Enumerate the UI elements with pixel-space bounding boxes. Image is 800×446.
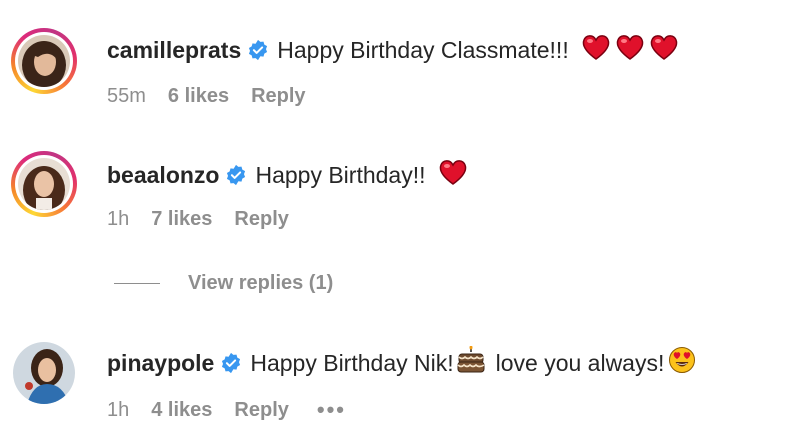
avatar [18, 158, 70, 210]
comment-line: pinaypole Happy Birthday Nik! love you a… [107, 345, 696, 380]
comment-line: camilleprats Happy Birthday Classmate!!! [107, 33, 679, 67]
red-heart-icon [615, 33, 645, 67]
comment-username[interactable]: beaalonzo [107, 162, 219, 189]
red-heart-icon [649, 33, 679, 67]
view-replies-button[interactable]: View replies (1) [114, 272, 333, 295]
likes-count[interactable]: 6 likes [168, 85, 229, 108]
comment-text: Happy Birthday!! [255, 161, 426, 188]
birthday-cake-icon [456, 345, 486, 380]
view-replies-label: View replies (1) [188, 272, 334, 294]
comment-text: Happy Birthday Classmate!!! [277, 36, 569, 63]
comment-timestamp: 55m [107, 85, 146, 107]
divider [114, 283, 160, 284]
avatar[interactable] [13, 342, 75, 404]
likes-count[interactable]: 7 likes [151, 208, 212, 231]
reply-button[interactable]: Reply [251, 85, 305, 108]
comment-text-continued: love you always! [495, 349, 665, 376]
avatar-story-ring[interactable] [11, 28, 77, 94]
more-options-icon[interactable]: ••• [317, 397, 346, 423]
reply-button[interactable]: Reply [234, 399, 288, 422]
avatar-story-ring[interactable] [11, 151, 77, 217]
verified-badge-icon [220, 352, 242, 374]
likes-count[interactable]: 4 likes [151, 399, 212, 422]
verified-badge-icon [225, 164, 247, 186]
comment-text: Happy Birthday Nik! [250, 349, 454, 376]
verified-badge-icon [247, 39, 269, 61]
comment-timestamp: 1h [107, 208, 130, 230]
comment-meta: 1h 4 likes Reply ••• [107, 397, 346, 423]
red-heart-icon [581, 33, 611, 67]
red-heart-icon [438, 158, 468, 192]
avatar [18, 35, 70, 87]
comment-meta: 1h 7 likes Reply [107, 208, 289, 231]
heart-eyes-face-icon [668, 346, 696, 380]
comment-timestamp: 1h [107, 398, 130, 421]
comment-username[interactable]: camilleprats [107, 37, 241, 64]
comment-username[interactable]: pinaypole [107, 350, 214, 377]
comment-meta: 55m 6 likes Reply [107, 85, 306, 108]
comment-line: beaalonzo Happy Birthday!! [107, 158, 468, 192]
reply-button[interactable]: Reply [234, 208, 288, 231]
